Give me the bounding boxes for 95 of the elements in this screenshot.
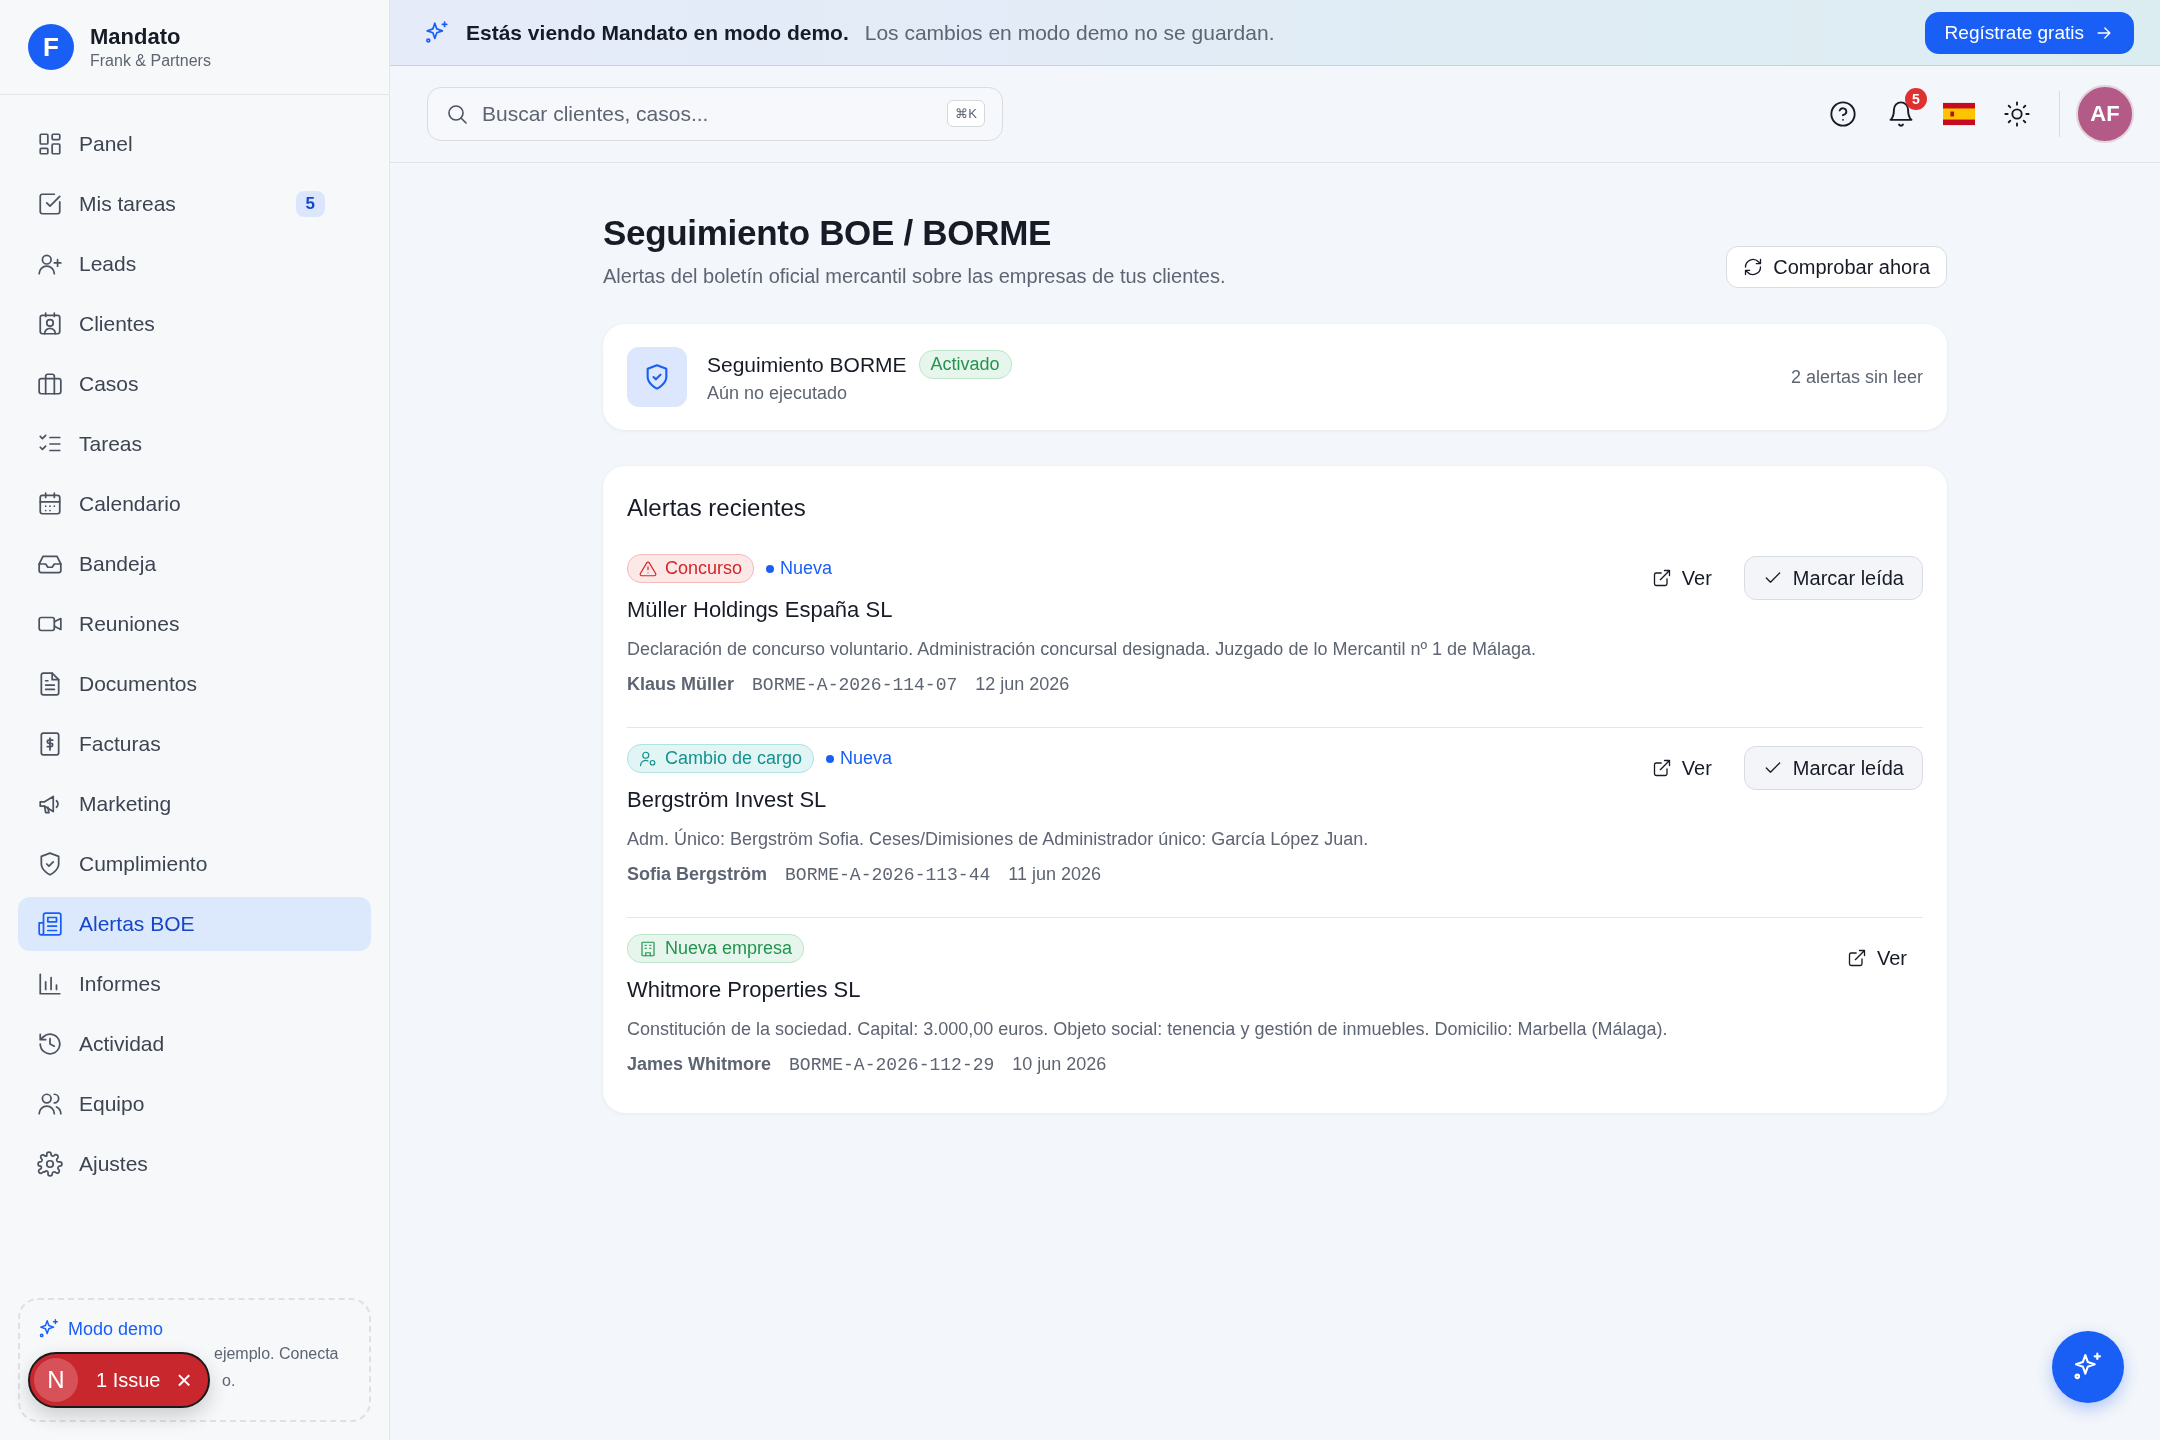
view-button[interactable]: Ver: [1635, 746, 1728, 790]
category-tag: Concurso: [627, 554, 755, 583]
sidebar-item[interactable]: Cumplimiento: [18, 837, 371, 891]
page-title: Seguimiento BOE / BORME: [603, 213, 1053, 253]
sidebar-item[interactable]: Actividad: [18, 1017, 371, 1071]
sidebar-item[interactable]: Marketing: [18, 777, 371, 831]
sidebar-item[interactable]: Calendario: [18, 477, 371, 531]
settings-icon: [37, 1151, 63, 1177]
sidebar-item[interactable]: Informes: [18, 957, 371, 1011]
mark-read-button[interactable]: Marcar leída: [1743, 746, 1923, 790]
company-name: Müller Holdings España SL: [627, 597, 894, 623]
new-status: Nueva: [766, 558, 833, 579]
count-badge: 5: [295, 191, 325, 217]
bar-chart-icon: [37, 971, 63, 997]
n-logo: N: [34, 1358, 78, 1402]
shield-icon: [627, 347, 687, 407]
category-tag: Nueva empresa: [627, 934, 805, 963]
sidebar-item[interactable]: Bandeja: [18, 537, 371, 591]
company-name: Whitmore Properties SL: [627, 977, 862, 1003]
demo-text: o.: [222, 1371, 236, 1391]
sidebar-item[interactable]: Panel: [18, 117, 371, 171]
category-tag: Cambio de cargo: [627, 744, 815, 773]
sidebar-item[interactable]: Alertas BOE: [18, 897, 371, 951]
user-avatar[interactable]: AF: [2076, 85, 2134, 143]
external-link-icon: [1846, 948, 1867, 968]
user-gear-icon: [639, 749, 657, 768]
invoice-icon: [37, 731, 63, 757]
person-name: Sofia Bergström: [627, 864, 768, 885]
demo-text: ejemplo. Conecta: [214, 1344, 339, 1364]
view-button[interactable]: Ver: [1830, 936, 1923, 980]
banner-title: Estás viendo Mandato en modo demo.: [466, 20, 849, 45]
register-button[interactable]: Regístrate gratis: [1924, 11, 2134, 54]
alert-description: Adm. Único: Bergström Sofia. Ceses/Dimisiones de Administrador único: García López Juan.: [627, 829, 1370, 850]
check-now-button[interactable]: Comprobar ahora: [1726, 246, 1947, 288]
banner-text: Los cambios en modo demo no se guardan.: [864, 20, 1275, 45]
sidebar-item[interactable]: Facturas: [18, 717, 371, 771]
sidebar-item[interactable]: Casos: [18, 357, 371, 411]
page-subtitle: Alertas del boletín oficial mercantil sobre las empresas de tus clientes.: [603, 265, 1226, 288]
checkbox-icon: [37, 191, 63, 217]
logo: F: [28, 24, 74, 70]
alert-date: 12 jun 2026: [975, 674, 1070, 695]
sparkle-icon: [38, 1318, 60, 1340]
reference-code: BORME-A-2026-114-07: [752, 675, 958, 695]
unread-count: 2 alertas sin leer: [1790, 366, 1923, 388]
demo-title: Modo demo: [68, 1318, 164, 1340]
alert-date: 11 jun 2026: [1008, 864, 1102, 885]
refresh-icon: [1743, 257, 1764, 277]
section-title: Alertas recientes: [627, 494, 807, 522]
sidebar-item[interactable]: Ajustes: [18, 1137, 371, 1191]
notification-count: 5: [1905, 88, 1927, 110]
contact-icon: [37, 311, 63, 337]
org-name: Frank & Partners: [90, 52, 211, 70]
external-link-icon: [1651, 568, 1672, 588]
sidebar-item[interactable]: Leads: [18, 237, 371, 291]
sidebar-item[interactable]: Mis tareas 5: [18, 177, 371, 231]
person-name: Klaus Müller: [627, 674, 735, 695]
issue-label: 1 Issue: [96, 1368, 161, 1392]
mark-read-button[interactable]: Marcar leída: [1743, 556, 1923, 600]
alert-description: Constitución de la sociedad. Capital: 3.000,00 euros. Objeto social: tenencia y gestión de inmuebles. Domicilio: Marbella (Málaga).: [627, 1019, 1669, 1040]
issue-badge[interactable]: N 1 Issue ×: [28, 1352, 210, 1408]
document-icon: [37, 671, 63, 697]
assistant-button[interactable]: [2052, 1331, 2124, 1403]
search-icon: [445, 102, 469, 126]
monitor-name: Seguimiento BORME: [707, 352, 907, 377]
sidebar-item[interactable]: Documentos: [18, 657, 371, 711]
sidebar-item[interactable]: Reuniones: [18, 597, 371, 651]
person-name: James Whitmore: [627, 1054, 772, 1075]
status-pill: Activado: [918, 350, 1012, 379]
building-icon: [639, 939, 657, 958]
users-icon: [37, 1091, 63, 1117]
sparkle-icon: [424, 19, 450, 46]
company-name: Bergström Invest SL: [627, 787, 828, 813]
calendar-icon: [37, 491, 63, 517]
external-link-icon: [1651, 758, 1672, 778]
reference-code: BORME-A-2026-112-29: [789, 1055, 995, 1075]
sidebar-item[interactable]: Equipo: [18, 1077, 371, 1131]
alert-date: 10 jun 2026: [1012, 1054, 1107, 1075]
help-icon: [1829, 100, 1857, 128]
grid-icon: [37, 131, 63, 157]
reference-code: BORME-A-2026-113-44: [785, 865, 991, 885]
last-run: Aún no ejecutado: [707, 383, 849, 404]
sidebar-item[interactable]: Clientes: [18, 297, 371, 351]
shortcut-hint: ⌘K: [947, 100, 985, 127]
sidebar-item[interactable]: Tareas: [18, 417, 371, 471]
warning-icon: [639, 559, 657, 578]
app-name: Mandato: [90, 24, 182, 50]
close-icon[interactable]: ×: [176, 1364, 192, 1396]
new-status: Nueva: [826, 748, 893, 769]
newspaper-icon: [37, 911, 63, 937]
shield-icon: [37, 851, 63, 877]
view-button[interactable]: Ver: [1635, 556, 1728, 600]
briefcase-icon: [37, 371, 63, 397]
history-icon: [37, 1031, 63, 1057]
sun-icon: [2003, 100, 2031, 128]
alert-description: Declaración de concurso voluntario. Administración concursal designada. Juzgado de lo Mercantil nº 1 de Málaga.: [627, 639, 1538, 660]
